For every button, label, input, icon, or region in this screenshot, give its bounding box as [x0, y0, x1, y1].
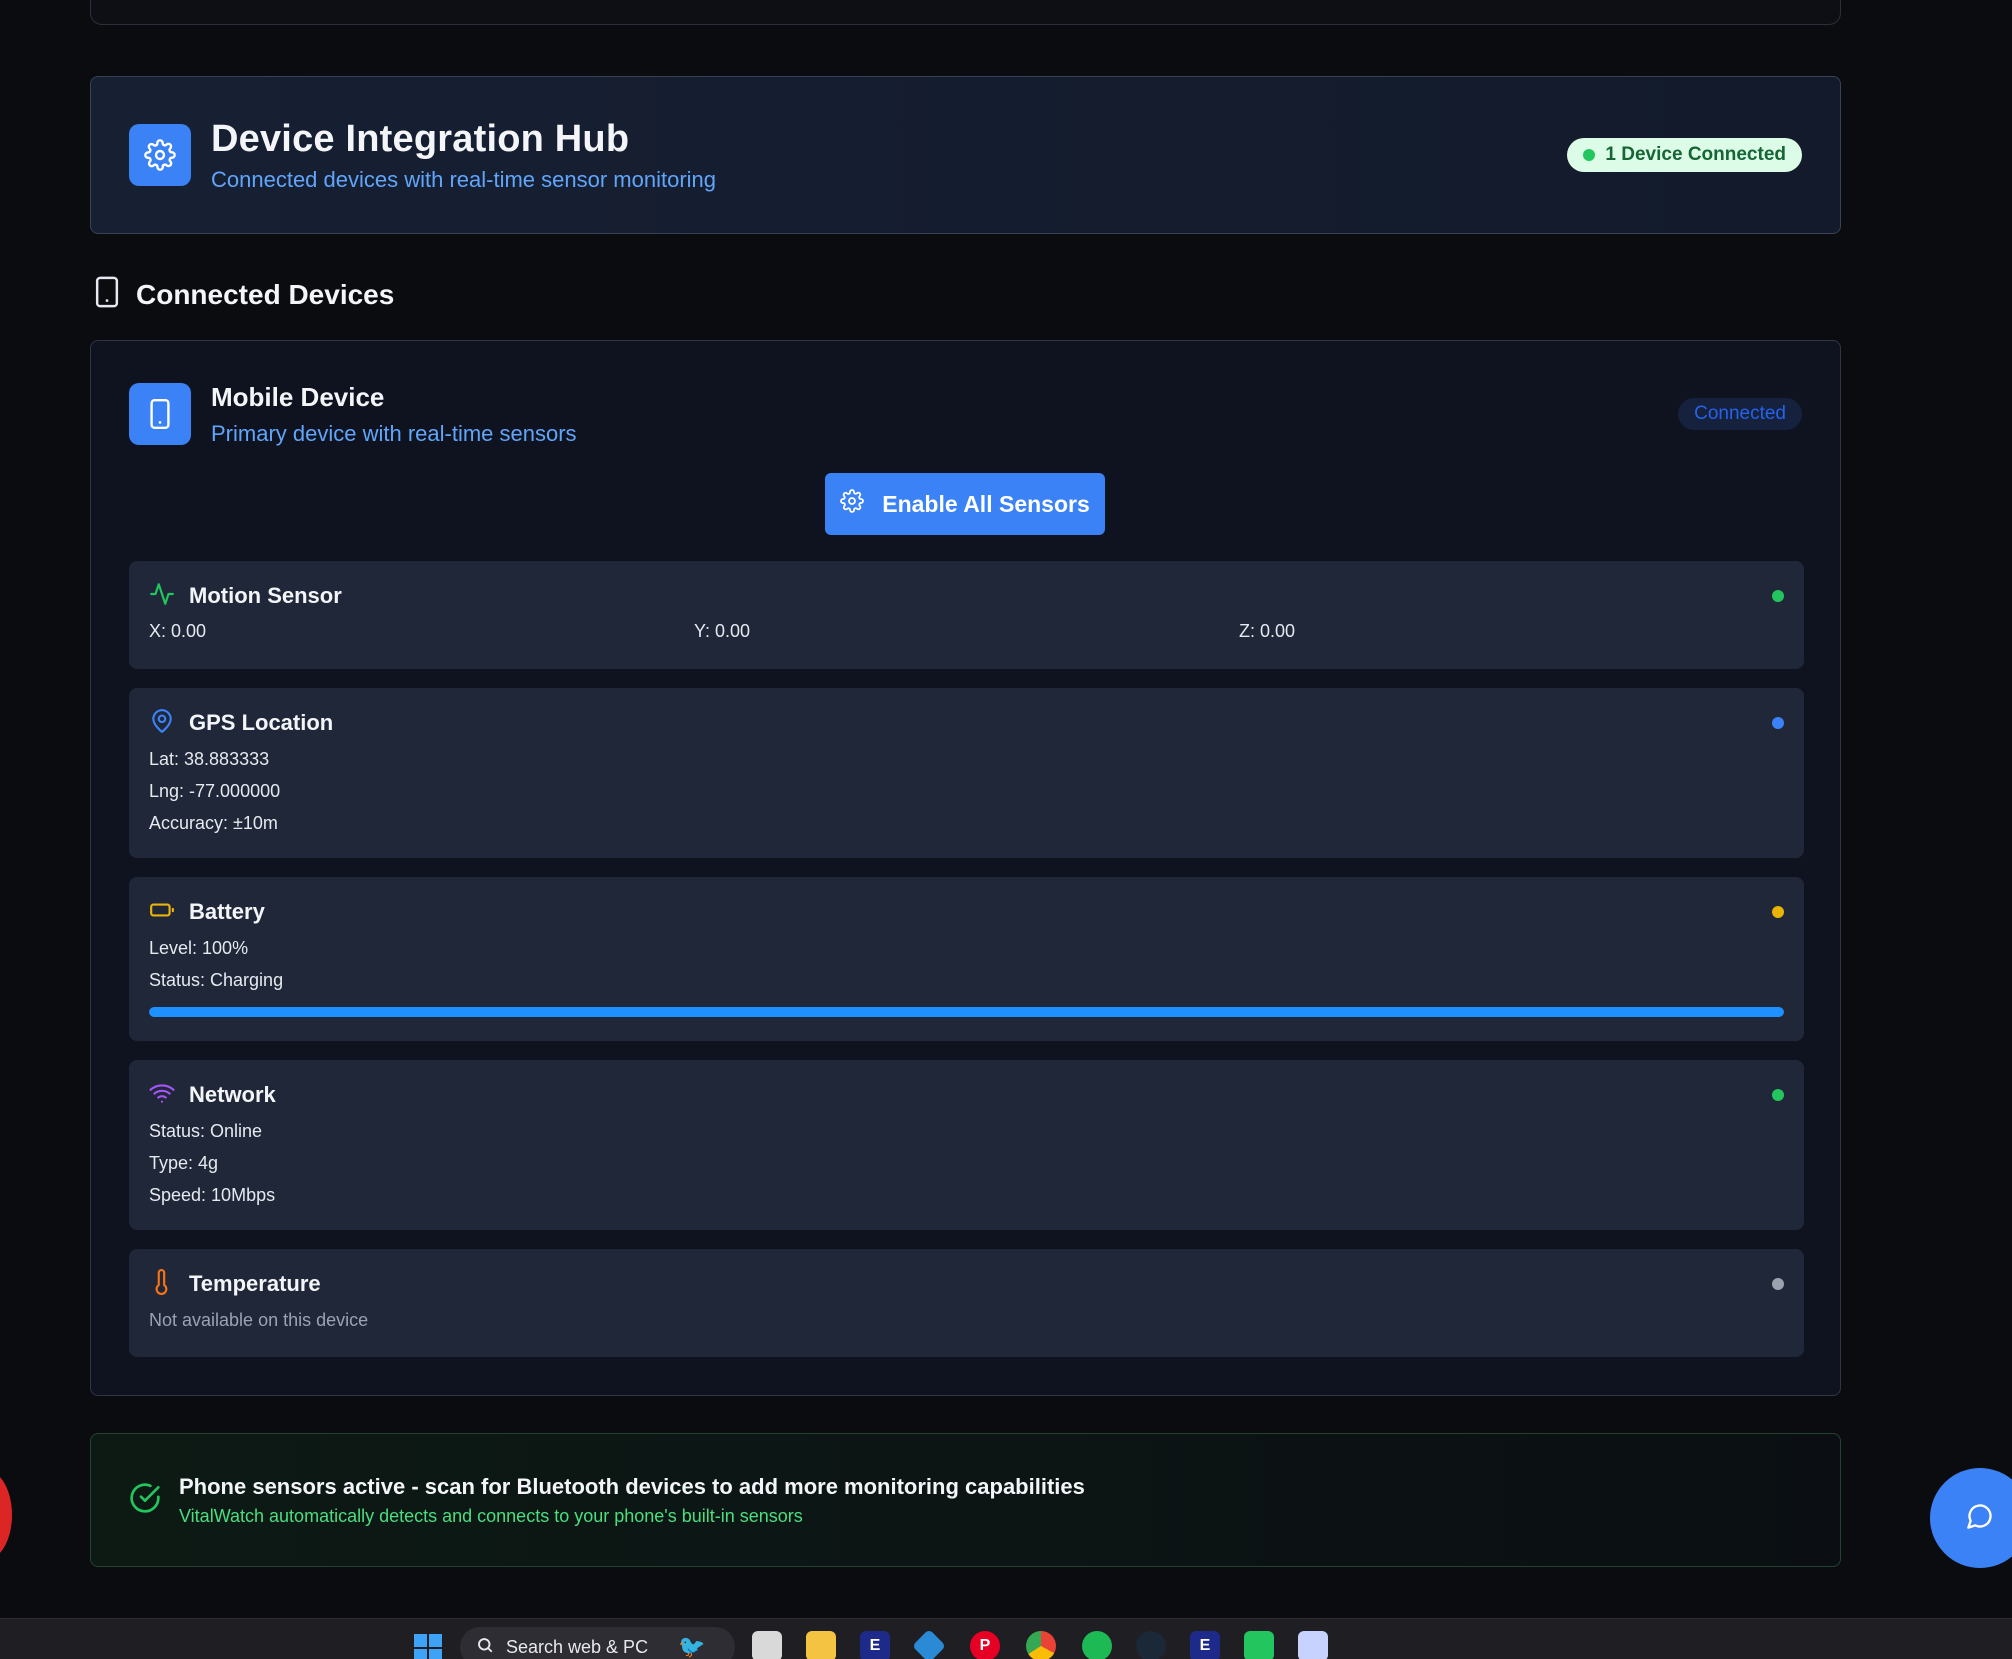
chrome-icon[interactable] [1026, 1631, 1056, 1659]
gps-sensor-card: GPS Location Lat: 38.883333 Lng: -77.000… [129, 688, 1804, 858]
devices-panel: Mobile Device Primary device with real-t… [90, 340, 1841, 1396]
red-floating-button[interactable] [0, 1470, 12, 1560]
chat-button[interactable] [1930, 1468, 2012, 1568]
windows-taskbar: Search web & PC 🐦 E P E [0, 1618, 2012, 1659]
smartphone-icon [94, 276, 120, 313]
battery-sensor-title: Battery [189, 899, 265, 924]
gear-icon [129, 124, 191, 186]
kodi-icon[interactable] [912, 1629, 946, 1659]
network-type: Type: 4g [149, 1153, 219, 1173]
spotify-icon[interactable] [1082, 1631, 1112, 1659]
page-subtitle: Connected devices with real-time sensor … [211, 166, 717, 192]
device-name: Mobile Device [211, 381, 385, 412]
network-speed: Speed: 10Mbps [149, 1185, 276, 1205]
sensors-info-banner: Phone sensors active - scan for Bluetoot… [90, 1433, 1841, 1567]
device-header: Mobile Device Primary device with real-t… [129, 381, 1802, 447]
steam-icon[interactable] [1136, 1631, 1166, 1659]
connection-count-badge: 1 Device Connected [1567, 138, 1802, 172]
connection-count-label: 1 Device Connected [1605, 144, 1786, 165]
gps-sensor-title: GPS Location [189, 710, 334, 735]
temperature-note: Not available on this device [149, 1310, 369, 1330]
motion-x-value: X: 0.00 [149, 621, 207, 641]
pinterest-icon[interactable]: P [970, 1631, 1000, 1659]
taskbar-search[interactable]: Search web & PC 🐦 [460, 1627, 735, 1659]
battery-status: Status: Charging [149, 970, 284, 990]
gps-accuracy: Accuracy: ±10m [149, 813, 278, 833]
banner-subtitle: VitalWatch automatically detects and con… [179, 1505, 803, 1526]
message-circle-icon [1966, 1502, 1994, 1535]
section-title: Connected Devices [136, 278, 395, 310]
search-icon [476, 1636, 494, 1659]
network-sensor-title: Network [189, 1082, 276, 1107]
gps-latitude: Lat: 38.883333 [149, 749, 270, 769]
windows-start-icon[interactable] [413, 1633, 443, 1659]
taskbar-search-placeholder: Search web & PC [506, 1636, 649, 1657]
battery-sensor-card: Battery Level: 100% Status: Charging [129, 877, 1804, 1041]
task-view-icon[interactable] [752, 1631, 782, 1659]
network-status-dot-icon [1772, 1089, 1784, 1101]
status-dot-icon [1583, 149, 1596, 161]
gps-status-dot-icon [1772, 717, 1784, 729]
network-status: Status: Online [149, 1121, 263, 1141]
banner-title: Phone sensors active - scan for Bluetoot… [179, 1473, 1085, 1499]
motion-sensor-title: Motion Sensor [189, 583, 342, 608]
connected-devices-heading: Connected Devices [94, 276, 394, 313]
smartphone-icon [129, 383, 191, 445]
battery-level-fill [149, 1007, 1784, 1017]
motion-z-value: Z: 0.00 [1239, 621, 1296, 641]
battery-icon [149, 897, 175, 928]
thermometer-icon [149, 1268, 175, 1300]
battery-level: Level: 100% [149, 938, 249, 958]
app-page: Device Integration Hub Connected devices… [0, 0, 2012, 1659]
device-hub-header: Device Integration Hub Connected devices… [90, 76, 1841, 234]
app-green-icon[interactable] [1244, 1631, 1274, 1659]
battery-status-dot-icon [1772, 906, 1784, 918]
temperature-sensor-card: Temperature Not available on this device [129, 1249, 1804, 1357]
enable-all-sensors-label: Enable All Sensors [882, 490, 1090, 517]
activity-icon [149, 581, 175, 612]
app-e2-icon[interactable]: E [1190, 1631, 1220, 1659]
gps-longitude: Lng: -77.000000 [149, 781, 281, 801]
device-status-badge: Connected [1678, 398, 1802, 430]
page-title: Device Integration Hub [211, 117, 630, 160]
motion-status-dot-icon [1772, 590, 1784, 602]
motion-y-value: Y: 0.00 [694, 621, 751, 641]
motion-sensor-card: Motion Sensor X: 0.00 Y: 0.00 Z: 0.00 [129, 561, 1804, 669]
previous-card [90, 0, 1841, 25]
enable-all-sensors-button[interactable]: Enable All Sensors [825, 473, 1105, 535]
check-circle-icon [129, 1482, 161, 1519]
app-e-icon[interactable]: E [860, 1631, 890, 1659]
device-description: Primary device with real-time sensors [211, 420, 577, 446]
temperature-status-dot-icon [1772, 1278, 1784, 1290]
map-pin-icon [149, 708, 175, 739]
temperature-sensor-title: Temperature [189, 1271, 321, 1296]
wifi-icon [149, 1080, 175, 1111]
battery-level-bar [149, 1007, 1784, 1017]
bird-icon: 🐦 [678, 1634, 706, 1659]
file-explorer-icon[interactable] [806, 1631, 836, 1659]
network-sensor-card: Network Status: Online Type: 4g Speed: 1… [129, 1060, 1804, 1230]
app-misc-icon[interactable] [1298, 1631, 1328, 1659]
gear-icon [840, 489, 865, 519]
